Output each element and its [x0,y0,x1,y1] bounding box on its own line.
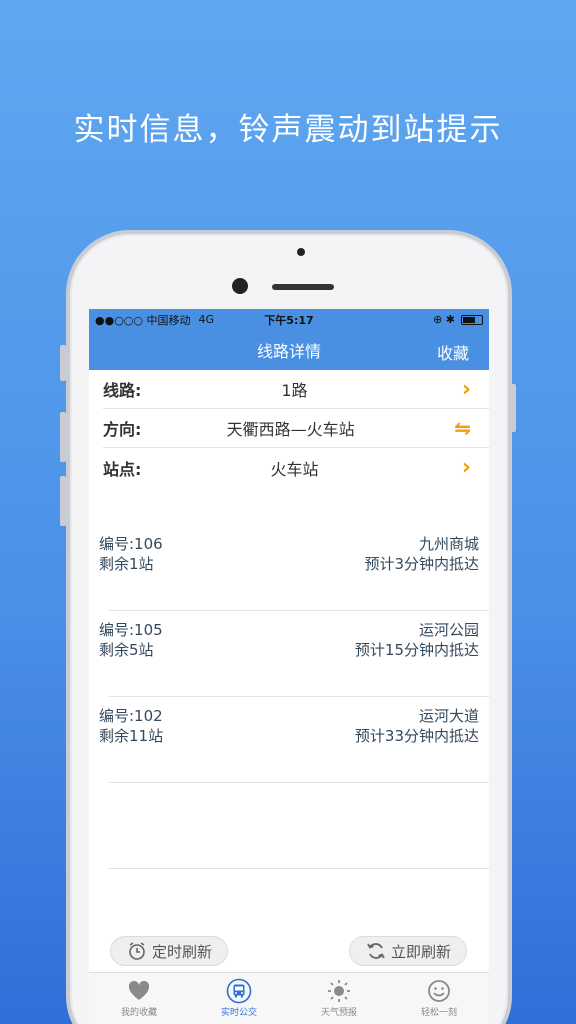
bus-eta: 预计3分钟内抵达 [364,555,479,573]
swap-direction-icon[interactable]: ⇋ [454,416,471,440]
bus-stop: 运河大道 [418,707,479,725]
chevron-right-icon: › [461,455,471,480]
stop-label: 站点: [103,459,142,479]
battery-icon [461,314,483,325]
nav-bar: 线路详情 收藏 [89,330,489,370]
smile-icon [428,980,450,1002]
stop-value: 火车站 [270,459,319,479]
tab-label: 实时公交 [220,1008,257,1018]
route-stop-row[interactable]: 站点: 火车站 › [103,448,489,487]
promo-headline: 实时信息，铃声震动到站提示 [73,112,503,148]
alarm-clock-icon [129,942,145,960]
status-bar: ●●○○○ 中国移动 4G 下午5:17 ⊕ ✱ [89,309,489,330]
bus-remaining: 剩余5站 [99,641,154,659]
page-title: 线路详情 [256,342,321,361]
tab-relax[interactable]: 轻松一刻 [389,973,489,1024]
line-label: 线路: [103,381,142,400]
bus-remaining: 剩余11站 [99,727,164,745]
tab-label: 天气预报 [320,1008,357,1018]
bus-list-item: 编号:105 剩余5站 运河公园 预计15分钟内抵达 [89,611,489,697]
timed-refresh-label: 定时刷新 [151,942,212,961]
app-screen: ●●○○○ 中国移动 4G 下午5:17 ⊕ ✱ 线路详情 收藏 线路: 1路 … [89,309,489,1024]
empty-list-row [89,783,489,869]
sun-icon [328,980,350,1002]
tab-label: 轻松一刻 [420,1008,457,1018]
bus-id: 编号:102 [99,707,163,725]
refresh-now-label: 立即刷新 [390,942,451,961]
tab-bar: 我的收藏 实时公交 天气预报 轻松一刻 [89,972,489,1024]
bus-id: 编号:106 [99,535,163,553]
favorite-button[interactable]: 收藏 [437,340,469,364]
tab-realtime-bus[interactable]: 实时公交 [189,973,289,1024]
tab-favorites[interactable]: 我的收藏 [89,973,189,1024]
status-time: 下午5:17 [264,313,314,327]
heart-icon [128,980,150,1000]
bus-icon [226,978,252,1004]
bus-list-item: 编号:102 剩余11站 运河大道 预计33分钟内抵达 [89,697,489,783]
bus-eta: 预计15分钟内抵达 [354,641,479,659]
front-camera [232,278,248,294]
route-direction-row[interactable]: 方向: 天衢西路—火车站 ⇋ [103,409,489,448]
direction-label: 方向: [103,420,142,439]
direction-value: 天衢西路—火车站 [226,420,355,439]
divider [109,868,489,869]
tab-label: 我的收藏 [120,1008,157,1018]
bus-id: 编号:105 [99,621,163,639]
bus-eta: 预计33分钟内抵达 [354,727,479,745]
tab-weather[interactable]: 天气预报 [289,973,389,1024]
refresh-icon [367,943,385,959]
line-value: 1路 [281,381,308,400]
timed-refresh-button[interactable]: 定时刷新 [110,936,228,966]
route-line-row[interactable]: 线路: 1路 › [103,370,489,409]
earpiece-speaker [272,284,334,290]
chevron-right-icon: › [461,376,471,402]
bus-stop: 运河公园 [418,621,479,639]
bus-stop: 九州商城 [418,535,479,553]
bus-remaining: 剩余1站 [99,555,154,573]
refresh-now-button[interactable]: 立即刷新 [349,936,467,966]
bus-list-item: 编号:106 剩余1站 九州商城 预计3分钟内抵达 [89,525,489,611]
proximity-sensor [297,248,305,256]
